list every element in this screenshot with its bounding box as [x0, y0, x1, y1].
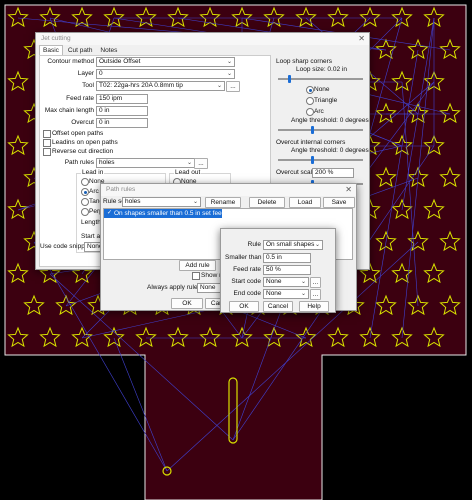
rule-set-select[interactable]: holes ⌄: [122, 197, 201, 207]
tool-label: Tool: [82, 82, 94, 89]
end-code-browse-button[interactable]: ...: [310, 289, 321, 300]
layer-label: Layer: [77, 70, 94, 77]
end-code-label: End code: [233, 290, 261, 297]
leadins-open-paths-label: Leadins on open paths: [52, 139, 118, 146]
overcut-internal-corners-title: Overcut internal corners: [276, 139, 346, 146]
leadins-open-paths-checkbox[interactable]: [43, 139, 51, 147]
feed-rate-label: Feed rate: [233, 266, 261, 273]
loop-arc-label: Arc: [314, 108, 324, 115]
lead-in-length-label: Length: [81, 219, 101, 226]
jet-cutting-titlebar[interactable]: Jet cutting ✕: [36, 33, 369, 45]
loop-angle-slider-thumb[interactable]: [311, 126, 314, 134]
lead-in-arc-label: Arc: [89, 188, 99, 195]
lead-in-title: Lead in: [81, 169, 105, 176]
path-rules-select[interactable]: holes ⌄: [96, 158, 195, 168]
overcut-angle-slider[interactable]: [278, 156, 363, 164]
add-rule-button[interactable]: Add rule: [179, 260, 216, 271]
rule-list-item[interactable]: On shapes smaller than 0.5 in set feed t…: [104, 209, 249, 218]
overcut-angle-slider-thumb[interactable]: [311, 156, 314, 164]
feed-rate-input[interactable]: 150 ipm: [96, 94, 148, 104]
rule-select[interactable]: On small shapes ⌄: [263, 240, 323, 250]
rule-label: Rule: [247, 241, 261, 248]
chevron-down-icon: ⌄: [300, 291, 306, 297]
tab-bar: Basic Cut path Notes: [39, 45, 120, 56]
rule-ok-button[interactable]: OK: [229, 301, 259, 312]
delete-button[interactable]: Delete: [249, 197, 285, 208]
loop-triangle-label: Triangle: [314, 97, 338, 104]
tool-select[interactable]: T02: 22ga-hrs 20A 0.8mm tip ⌄: [96, 81, 225, 91]
overcut-input[interactable]: 0 in: [96, 118, 148, 128]
rename-button[interactable]: Rename: [205, 197, 241, 208]
loop-none-radio[interactable]: [306, 86, 314, 94]
loop-size-label: Loop size: 0.02 in: [296, 66, 347, 73]
rule-help-button[interactable]: Help: [299, 301, 329, 312]
loop-triangle-radio[interactable]: [306, 97, 314, 105]
contour-method-label: Contour method: [47, 58, 94, 65]
window-title: Jet cutting: [41, 35, 71, 42]
close-icon[interactable]: ✕: [345, 184, 352, 196]
reverse-cut-direction-label: Reverse cut direction: [52, 148, 114, 155]
rule-edit-dialog: Rule On small shapes ⌄ Smaller than 0.5 i…: [220, 228, 336, 313]
chevron-down-icon: ⌄: [186, 160, 192, 166]
start-code-select[interactable]: None ⌄: [263, 277, 309, 287]
lead-in-tangent-radio[interactable]: [81, 198, 89, 206]
loop-none-label: None: [314, 86, 330, 93]
loop-angle-slider[interactable]: [278, 126, 363, 134]
rule-cancel-button[interactable]: Cancel: [263, 301, 293, 312]
use-code-snippet-label: Use code snippet: [40, 243, 91, 250]
overcut-label: Overcut: [71, 119, 94, 126]
rule-enabled-checkbox[interactable]: [106, 209, 113, 218]
feed-rate-input[interactable]: 50 %: [263, 265, 311, 275]
chevron-down-icon: ⌄: [216, 83, 222, 89]
path-rules-label: Path rules: [64, 159, 94, 166]
chevron-down-icon: ⌄: [226, 71, 232, 77]
load-button[interactable]: Load: [289, 197, 321, 208]
overcut-angle-threshold-label: Angle threshold: 0 degrees: [291, 147, 369, 154]
chevron-down-icon: ⌄: [300, 279, 306, 285]
close-icon[interactable]: ✕: [358, 33, 365, 45]
reverse-cut-direction-checkbox[interactable]: [43, 148, 51, 156]
path-rules-ok-button[interactable]: OK: [171, 298, 203, 309]
offset-open-paths-checkbox[interactable]: [43, 130, 51, 138]
end-code-select[interactable]: None ⌄: [263, 289, 309, 299]
lead-in-perpendicular-radio[interactable]: [81, 208, 89, 216]
chevron-down-icon: ⌄: [314, 242, 320, 248]
smaller-than-label: Smaller than: [225, 254, 262, 261]
smaller-than-input[interactable]: 0.5 in: [263, 253, 311, 263]
tool-browse-button[interactable]: ...: [226, 81, 240, 92]
overcut-scale-input[interactable]: 200 %: [312, 168, 354, 178]
loop-sharp-corners-title: Loop sharp corners: [276, 58, 333, 65]
loop-size-slider[interactable]: [278, 75, 363, 83]
max-chain-length-input[interactable]: 0 in: [96, 106, 148, 116]
lead-in-none-radio[interactable]: [81, 178, 89, 186]
offset-open-paths-label: Offset open paths: [52, 130, 104, 137]
contour-method-select[interactable]: Outside Offset ⌄: [96, 57, 235, 67]
feed-rate-label: Feed rate: [66, 95, 94, 102]
path-rules-titlebar[interactable]: Path rules ✕: [101, 184, 356, 196]
chevron-down-icon: ⌄: [226, 59, 232, 65]
loop-size-slider-thumb[interactable]: [288, 75, 291, 83]
chevron-down-icon: ⌄: [192, 199, 198, 205]
start-code-browse-button[interactable]: ...: [310, 277, 321, 288]
lead-out-title: Lead out: [174, 169, 202, 176]
layer-select[interactable]: 0 ⌄: [96, 69, 235, 79]
window-title: Path rules: [106, 186, 136, 193]
loop-arc-radio[interactable]: [306, 108, 314, 116]
save-button[interactable]: Save: [323, 197, 355, 208]
start-code-label: Start code: [231, 278, 261, 285]
max-chain-length-label: Max chain length: [44, 107, 94, 114]
path-rules-edit-button[interactable]: ...: [194, 158, 208, 169]
overcut-scale-label: Overcut scale: [276, 169, 316, 176]
loop-angle-threshold-label: Angle threshold: 0 degrees: [291, 117, 369, 124]
lead-in-arc-radio[interactable]: [81, 188, 89, 196]
show-rules-checkbox[interactable]: [192, 272, 200, 280]
